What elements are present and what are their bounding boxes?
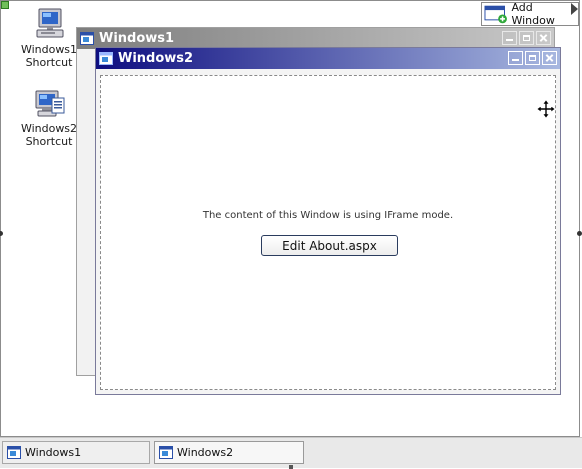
add-window-label: Add Window [511, 1, 555, 27]
window-app-icon [99, 52, 113, 65]
minimize-button[interactable] [508, 51, 523, 65]
iframe-content-area: The content of this Window is using IFra… [100, 75, 556, 390]
window-app-icon [7, 446, 21, 459]
taskbar-item-label: Windows2 [177, 446, 234, 459]
taskbar: Windows1 Windows2 [0, 437, 582, 469]
corner-marker [1, 1, 9, 9]
taskbar-item-windows1[interactable]: Windows1 [2, 441, 150, 464]
move-cursor-icon [536, 99, 556, 119]
close-button[interactable] [536, 31, 551, 45]
window-windows2[interactable]: Windows2 The content of this Window is u… [95, 47, 561, 395]
computer-icon [36, 8, 64, 38]
shortcut-label-line1: Windows2 [20, 122, 78, 135]
resize-handle-right[interactable] [577, 231, 582, 236]
close-button[interactable] [542, 51, 557, 65]
resize-handle-left[interactable] [0, 231, 3, 236]
maximize-button[interactable] [525, 51, 540, 65]
computer-doc-icon [35, 90, 65, 117]
desktop-shortcut-windows1[interactable]: Windows1 Shortcut [14, 7, 84, 69]
window-titlebar[interactable]: Windows2 [96, 48, 560, 69]
shortcut-label-line2: Shortcut [25, 135, 73, 148]
taskbar-item-windows2[interactable]: Windows2 [154, 441, 304, 464]
window-titlebar[interactable]: Windows1 [77, 28, 554, 49]
add-window-button[interactable]: Add Window [481, 1, 579, 27]
maximize-button[interactable] [519, 31, 534, 45]
edit-about-button[interactable]: Edit About.aspx [261, 235, 398, 256]
taskbar-grip[interactable] [289, 465, 293, 469]
taskbar-item-label: Windows1 [25, 446, 82, 459]
content-description: The content of this Window is using IFra… [202, 210, 454, 221]
desktop: Windows1 Shortcut Windows2 Shortcut Add … [0, 0, 582, 437]
window-app-icon [159, 446, 173, 459]
window-title: Windows1 [99, 31, 175, 46]
minimize-button[interactable] [502, 31, 517, 45]
desktop-shortcut-windows2[interactable]: Windows2 Shortcut [14, 88, 84, 148]
shortcut-label-line1: Windows1 [20, 43, 78, 56]
shortcut-label-line2: Shortcut [25, 56, 73, 69]
window-title: Windows2 [118, 51, 194, 66]
window-app-icon [80, 32, 94, 45]
add-window-icon [484, 5, 507, 24]
